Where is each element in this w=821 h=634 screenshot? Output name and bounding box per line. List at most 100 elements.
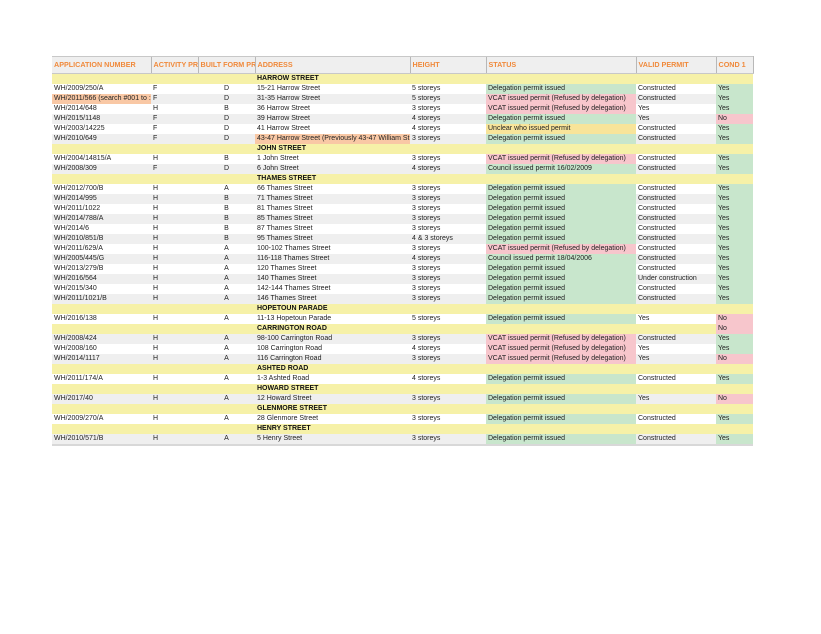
cell-valid-permit[interactable]: Constructed xyxy=(636,124,716,134)
cell-application-number[interactable]: WH/2014/788/A xyxy=(52,214,151,224)
cell-valid-permit[interactable] xyxy=(636,384,716,394)
cell-cond-1[interactable]: Yes xyxy=(716,434,753,446)
cell-height[interactable] xyxy=(410,384,486,394)
cell-application-number[interactable]: WH/2014/648 xyxy=(52,104,151,114)
cell-activity[interactable]: H xyxy=(151,184,198,194)
cell-cond-1[interactable]: No xyxy=(716,394,753,404)
cell-height[interactable]: 4 storeys xyxy=(410,344,486,354)
cell-status[interactable]: VCAT issued permit (Refused by delegatio… xyxy=(486,94,636,104)
cell-activity[interactable]: H xyxy=(151,264,198,274)
cell-cond-1[interactable] xyxy=(716,174,753,184)
cell-application-number[interactable]: WH/2017/40 xyxy=(52,394,151,404)
cell-address[interactable]: 39 Harrow Street xyxy=(255,114,410,124)
cell-status[interactable] xyxy=(486,324,636,334)
cell-application-number[interactable]: WH/2011/566 (search #001 to : xyxy=(52,94,151,104)
header-valid-permit[interactable]: VALID PERMIT xyxy=(635,56,716,74)
cell-address[interactable]: 28 Glenmore Street xyxy=(255,414,410,424)
cell-application-number[interactable] xyxy=(52,324,151,334)
street-name[interactable]: ASHTED ROAD xyxy=(255,364,410,374)
cell-built-form[interactable]: A xyxy=(198,334,255,344)
cell-cond-1[interactable]: No xyxy=(716,324,753,334)
cell-activity[interactable]: H xyxy=(151,314,198,324)
cell-status[interactable]: Delegation permit issued xyxy=(486,274,636,284)
cell-activity[interactable] xyxy=(151,364,198,374)
cell-cond-1[interactable] xyxy=(716,304,753,314)
cell-built-form[interactable]: A xyxy=(198,264,255,274)
cell-activity[interactable]: H xyxy=(151,204,198,214)
cell-status[interactable] xyxy=(486,384,636,394)
cell-application-number[interactable]: WH/2003/14225 xyxy=(52,124,151,134)
cell-address[interactable]: 1 John Street xyxy=(255,154,410,164)
cell-activity[interactable]: H xyxy=(151,244,198,254)
cell-status[interactable]: Delegation permit issued xyxy=(486,184,636,194)
cell-valid-permit[interactable]: Yes xyxy=(636,114,716,124)
cell-built-form[interactable]: A xyxy=(198,284,255,294)
cell-status[interactable]: Delegation permit issued xyxy=(486,314,636,324)
cell-cond-1[interactable]: Yes xyxy=(716,194,753,204)
cell-cond-1[interactable]: No xyxy=(716,114,753,124)
cell-valid-permit[interactable] xyxy=(636,324,716,334)
cell-activity[interactable]: H xyxy=(151,234,198,244)
cell-application-number[interactable]: WH/2011/1021/B xyxy=(52,294,151,304)
cell-status[interactable]: Delegation permit issued xyxy=(486,394,636,404)
cell-built-form[interactable]: A xyxy=(198,354,255,364)
cell-cond-1[interactable] xyxy=(716,384,753,394)
cell-built-form[interactable]: B xyxy=(198,214,255,224)
cell-built-form[interactable]: B xyxy=(198,224,255,234)
cell-height[interactable]: 3 storeys xyxy=(410,184,486,194)
cell-address[interactable]: 81 Thames Street xyxy=(255,204,410,214)
header-height[interactable]: HEIGHT xyxy=(409,56,486,74)
cell-built-form[interactable]: A xyxy=(198,414,255,424)
cell-status[interactable]: Delegation permit issued xyxy=(486,294,636,304)
cell-application-number[interactable]: WH/2016/138 xyxy=(52,314,151,324)
cell-valid-permit[interactable]: Constructed xyxy=(636,244,716,254)
cell-application-number[interactable]: WH/2008/424 xyxy=(52,334,151,344)
cell-address[interactable]: 100-102 Thames Street xyxy=(255,244,410,254)
cell-status[interactable]: Council issued permit 16/02/2009 xyxy=(486,164,636,174)
cell-activity[interactable]: H xyxy=(151,434,198,446)
cell-valid-permit[interactable]: Yes xyxy=(636,354,716,364)
cell-built-form[interactable]: B xyxy=(198,194,255,204)
cell-cond-1[interactable]: Yes xyxy=(716,184,753,194)
cell-application-number[interactable] xyxy=(52,73,151,84)
cell-status[interactable] xyxy=(486,304,636,314)
cell-height[interactable] xyxy=(410,304,486,314)
cell-height[interactable]: 5 storeys xyxy=(410,84,486,94)
cell-activity[interactable]: F xyxy=(151,84,198,94)
cell-application-number[interactable] xyxy=(52,404,151,414)
cell-built-form[interactable] xyxy=(198,424,255,434)
cell-activity[interactable]: H xyxy=(151,214,198,224)
cell-status[interactable]: Delegation permit issued xyxy=(486,114,636,124)
cell-activity[interactable] xyxy=(151,73,198,84)
cell-activity[interactable]: H xyxy=(151,374,198,384)
cell-application-number[interactable]: WH/2014/995 xyxy=(52,194,151,204)
cell-address[interactable]: 116-118 Thames Street xyxy=(255,254,410,264)
cell-built-form[interactable] xyxy=(198,144,255,154)
cell-height[interactable] xyxy=(410,404,486,414)
cell-address[interactable]: 31-35 Harrow Street xyxy=(255,94,410,104)
cell-application-number[interactable]: WH/2011/629/A xyxy=(52,244,151,254)
cell-valid-permit[interactable]: Constructed xyxy=(636,434,716,446)
cell-built-form[interactable]: A xyxy=(198,374,255,384)
cell-status[interactable] xyxy=(486,174,636,184)
cell-built-form[interactable]: D xyxy=(198,164,255,174)
cell-status[interactable]: Delegation permit issued xyxy=(486,214,636,224)
street-name[interactable]: HOPETOUN PARADE xyxy=(255,304,410,314)
cell-application-number[interactable] xyxy=(52,384,151,394)
cell-valid-permit[interactable]: Constructed xyxy=(636,214,716,224)
cell-height[interactable] xyxy=(410,174,486,184)
cell-built-form[interactable] xyxy=(198,324,255,334)
cell-status[interactable] xyxy=(486,424,636,434)
cell-height[interactable]: 5 storeys xyxy=(410,94,486,104)
cell-activity[interactable]: F xyxy=(151,134,198,144)
cell-activity[interactable]: H xyxy=(151,284,198,294)
cell-built-form[interactable]: A xyxy=(198,394,255,404)
cell-valid-permit[interactable]: Constructed xyxy=(636,284,716,294)
cell-built-form[interactable]: A xyxy=(198,254,255,264)
cell-address[interactable]: 116 Carrington Road xyxy=(255,354,410,364)
cell-built-form[interactable] xyxy=(198,384,255,394)
cell-valid-permit[interactable] xyxy=(636,404,716,414)
header-activity[interactable]: ACTIVITY PRE xyxy=(150,56,198,74)
cell-built-form[interactable]: B xyxy=(198,204,255,214)
cell-status[interactable]: Delegation permit issued xyxy=(486,84,636,94)
